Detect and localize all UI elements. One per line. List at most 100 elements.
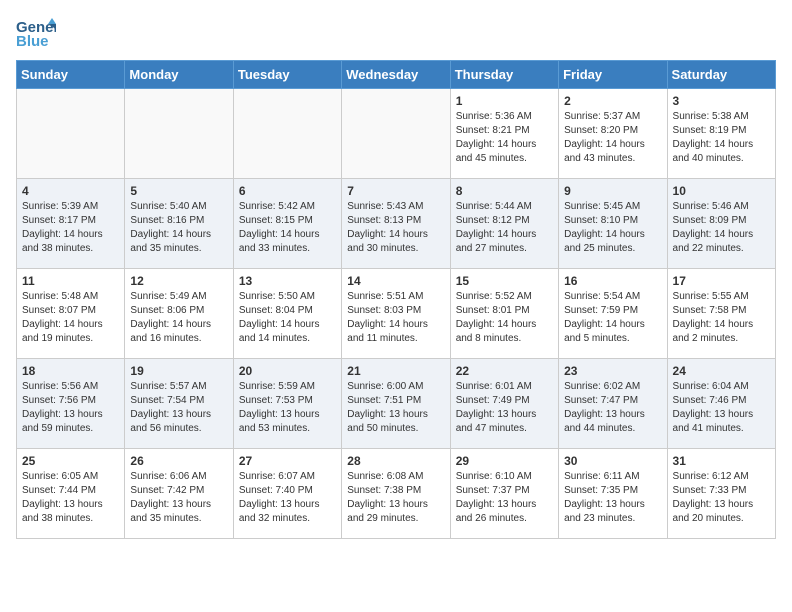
calendar-cell: 20 Sunrise: 5:59 AMSunset: 7:53 PMDayligh…	[233, 359, 341, 449]
calendar-cell	[233, 89, 341, 179]
day-number: 12	[130, 274, 227, 288]
calendar-cell: 21 Sunrise: 6:00 AMSunset: 7:51 PMDayligh…	[342, 359, 450, 449]
day-number: 28	[347, 454, 444, 468]
day-number: 23	[564, 364, 661, 378]
day-number: 29	[456, 454, 553, 468]
day-number: 27	[239, 454, 336, 468]
calendar-cell: 1 Sunrise: 5:36 AMSunset: 8:21 PMDaylight…	[450, 89, 558, 179]
day-number: 24	[673, 364, 770, 378]
calendar-cell	[342, 89, 450, 179]
calendar-cell: 27 Sunrise: 6:07 AMSunset: 7:40 PMDayligh…	[233, 449, 341, 539]
day-info: Sunrise: 6:07 AMSunset: 7:40 PMDaylight:…	[239, 470, 336, 526]
day-number: 2	[564, 94, 661, 108]
logo-icon: General Blue	[16, 16, 56, 48]
day-number: 6	[239, 184, 336, 198]
day-number: 17	[673, 274, 770, 288]
day-info: Sunrise: 5:54 AMSunset: 7:59 PMDaylight:…	[564, 290, 661, 346]
day-info: Sunrise: 6:12 AMSunset: 7:33 PMDaylight:…	[673, 470, 770, 526]
week-row-4: 18 Sunrise: 5:56 AMSunset: 7:56 PMDayligh…	[17, 359, 776, 449]
day-info: Sunrise: 6:10 AMSunset: 7:37 PMDaylight:…	[456, 470, 553, 526]
day-info: Sunrise: 6:05 AMSunset: 7:44 PMDaylight:…	[22, 470, 119, 526]
weekday-header-thursday: Thursday	[450, 61, 558, 89]
day-info: Sunrise: 5:50 AMSunset: 8:04 PMDaylight:…	[239, 290, 336, 346]
calendar-cell: 22Sunrise: 6:01 AMSunset: 7:49 PMDayligh…	[450, 359, 558, 449]
day-number: 26	[130, 454, 227, 468]
day-number: 16	[564, 274, 661, 288]
day-number: 21	[347, 364, 444, 378]
week-row-1: 1 Sunrise: 5:36 AMSunset: 8:21 PMDaylight…	[17, 89, 776, 179]
calendar-cell: 25 Sunrise: 6:05 AMSunset: 7:44 PMDayligh…	[17, 449, 125, 539]
calendar-cell: 3 Sunrise: 5:38 AMSunset: 8:19 PMDaylight…	[667, 89, 775, 179]
day-number: 25	[22, 454, 119, 468]
day-info: Sunrise: 5:59 AMSunset: 7:53 PMDaylight:…	[239, 380, 336, 436]
calendar-cell: 12 Sunrise: 5:49 AMSunset: 8:06 PMDayligh…	[125, 269, 233, 359]
page-header: General Blue	[16, 16, 776, 50]
day-info: Sunrise: 5:51 AMSunset: 8:03 PMDaylight:…	[347, 290, 444, 346]
day-info: Sunrise: 6:11 AMSunset: 7:35 PMDaylight:…	[564, 470, 661, 526]
weekday-header-sunday: Sunday	[17, 61, 125, 89]
day-info: Sunrise: 5:43 AMSunset: 8:13 PMDaylight:…	[347, 200, 444, 256]
day-info: Sunrise: 5:45 AMSunset: 8:10 PMDaylight:…	[564, 200, 661, 256]
day-info: Sunrise: 5:38 AMSunset: 8:19 PMDaylight:…	[673, 110, 770, 166]
calendar-cell: 11 Sunrise: 5:48 AMSunset: 8:07 PMDayligh…	[17, 269, 125, 359]
day-number: 9	[564, 184, 661, 198]
weekday-header-friday: Friday	[559, 61, 667, 89]
week-row-2: 4 Sunrise: 5:39 AMSunset: 8:17 PMDaylight…	[17, 179, 776, 269]
calendar-cell: 31 Sunrise: 6:12 AMSunset: 7:33 PMDayligh…	[667, 449, 775, 539]
weekday-header-row: SundayMondayTuesdayWednesdayThursdayFrid…	[17, 61, 776, 89]
day-info: Sunrise: 6:00 AMSunset: 7:51 PMDaylight:…	[347, 380, 444, 436]
calendar-cell: 4 Sunrise: 5:39 AMSunset: 8:17 PMDaylight…	[17, 179, 125, 269]
calendar-cell: 16 Sunrise: 5:54 AMSunset: 7:59 PMDayligh…	[559, 269, 667, 359]
calendar-cell: 13Sunrise: 5:50 AMSunset: 8:04 PMDayligh…	[233, 269, 341, 359]
day-info: Sunrise: 5:44 AMSunset: 8:12 PMDaylight:…	[456, 200, 553, 256]
calendar-cell	[125, 89, 233, 179]
day-number: 8	[456, 184, 553, 198]
weekday-header-wednesday: Wednesday	[342, 61, 450, 89]
day-info: Sunrise: 5:42 AMSunset: 8:15 PMDaylight:…	[239, 200, 336, 256]
calendar-cell: 7Sunrise: 5:43 AMSunset: 8:13 PMDaylight…	[342, 179, 450, 269]
day-number: 1	[456, 94, 553, 108]
day-info: Sunrise: 5:36 AMSunset: 8:21 PMDaylight:…	[456, 110, 553, 166]
week-row-3: 11 Sunrise: 5:48 AMSunset: 8:07 PMDayligh…	[17, 269, 776, 359]
day-number: 19	[130, 364, 227, 378]
day-info: Sunrise: 5:46 AMSunset: 8:09 PMDaylight:…	[673, 200, 770, 256]
day-number: 10	[673, 184, 770, 198]
day-number: 31	[673, 454, 770, 468]
day-info: Sunrise: 5:39 AMSunset: 8:17 PMDaylight:…	[22, 200, 119, 256]
day-info: Sunrise: 5:40 AMSunset: 8:16 PMDaylight:…	[130, 200, 227, 256]
day-info: Sunrise: 5:52 AMSunset: 8:01 PMDaylight:…	[456, 290, 553, 346]
svg-text:Blue: Blue	[16, 33, 49, 48]
calendar-cell: 19 Sunrise: 5:57 AMSunset: 7:54 PMDayligh…	[125, 359, 233, 449]
calendar-cell: 6 Sunrise: 5:42 AMSunset: 8:15 PMDaylight…	[233, 179, 341, 269]
day-number: 11	[22, 274, 119, 288]
day-info: Sunrise: 5:56 AMSunset: 7:56 PMDaylight:…	[22, 380, 119, 436]
calendar-cell: 23 Sunrise: 6:02 AMSunset: 7:47 PMDayligh…	[559, 359, 667, 449]
calendar-cell: 5 Sunrise: 5:40 AMSunset: 8:16 PMDaylight…	[125, 179, 233, 269]
day-info: Sunrise: 5:48 AMSunset: 8:07 PMDaylight:…	[22, 290, 119, 346]
weekday-header-saturday: Saturday	[667, 61, 775, 89]
calendar-cell: 15Sunrise: 5:52 AMSunset: 8:01 PMDayligh…	[450, 269, 558, 359]
day-info: Sunrise: 6:06 AMSunset: 7:42 PMDaylight:…	[130, 470, 227, 526]
day-info: Sunrise: 6:02 AMSunset: 7:47 PMDaylight:…	[564, 380, 661, 436]
day-number: 18	[22, 364, 119, 378]
day-number: 14	[347, 274, 444, 288]
day-number: 4	[22, 184, 119, 198]
calendar-cell: 14 Sunrise: 5:51 AMSunset: 8:03 PMDayligh…	[342, 269, 450, 359]
weekday-header-monday: Monday	[125, 61, 233, 89]
day-info: Sunrise: 5:49 AMSunset: 8:06 PMDaylight:…	[130, 290, 227, 346]
week-row-5: 25 Sunrise: 6:05 AMSunset: 7:44 PMDayligh…	[17, 449, 776, 539]
day-info: Sunrise: 6:01 AMSunset: 7:49 PMDaylight:…	[456, 380, 553, 436]
day-number: 3	[673, 94, 770, 108]
calendar-cell	[17, 89, 125, 179]
calendar-cell: 2Sunrise: 5:37 AMSunset: 8:20 PMDaylight…	[559, 89, 667, 179]
day-number: 20	[239, 364, 336, 378]
day-number: 5	[130, 184, 227, 198]
calendar-cell: 29 Sunrise: 6:10 AMSunset: 7:37 PMDayligh…	[450, 449, 558, 539]
day-info: Sunrise: 6:04 AMSunset: 7:46 PMDaylight:…	[673, 380, 770, 436]
day-info: Sunrise: 5:57 AMSunset: 7:54 PMDaylight:…	[130, 380, 227, 436]
calendar-cell: 9 Sunrise: 5:45 AMSunset: 8:10 PMDaylight…	[559, 179, 667, 269]
calendar-cell: 26 Sunrise: 6:06 AMSunset: 7:42 PMDayligh…	[125, 449, 233, 539]
calendar-cell: 28Sunrise: 6:08 AMSunset: 7:38 PMDayligh…	[342, 449, 450, 539]
logo: General Blue	[16, 16, 56, 50]
calendar-cell: 17Sunrise: 5:55 AMSunset: 7:58 PMDayligh…	[667, 269, 775, 359]
